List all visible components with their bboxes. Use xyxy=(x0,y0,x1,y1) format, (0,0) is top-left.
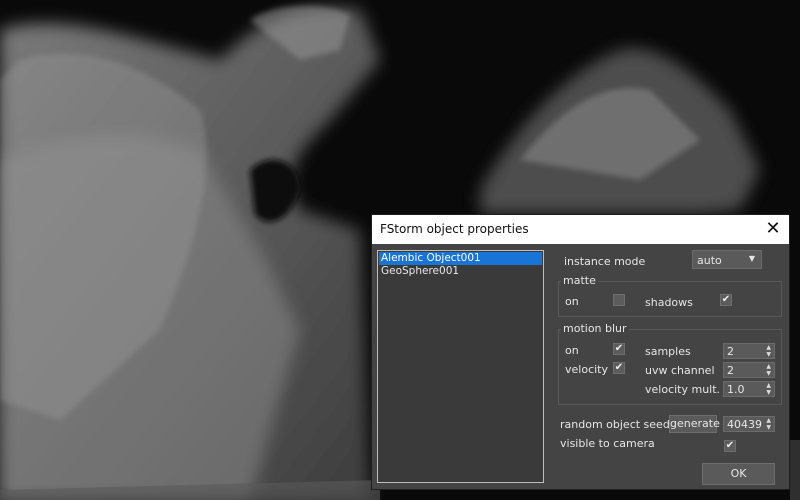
matte-on-label: on xyxy=(565,295,579,308)
motion-blur-on-label: on xyxy=(565,344,579,357)
seed-value: 40439 xyxy=(727,418,762,431)
seed-label: random object seed xyxy=(560,418,670,431)
instance-mode-label: instance mode xyxy=(564,255,646,268)
velocity-label: velocity xyxy=(565,363,608,376)
list-item[interactable]: Alembic Object001 xyxy=(379,252,542,265)
samples-value: 2 xyxy=(727,345,734,358)
spinner-arrows-icon: ▲ ▼ xyxy=(766,417,771,431)
close-icon[interactable]: ✕ xyxy=(761,218,785,240)
velocity-mult-label: velocity mult. xyxy=(645,383,721,396)
uvw-channel-value: 2 xyxy=(727,364,734,377)
ok-button[interactable]: OK xyxy=(702,463,775,485)
instance-mode-value: auto xyxy=(697,254,722,267)
matte-on-checkbox[interactable] xyxy=(613,294,625,306)
matte-group-title: matte xyxy=(561,274,598,287)
visible-to-camera-checkbox[interactable]: ✔ xyxy=(724,440,736,452)
uvw-channel-label: uvw channel xyxy=(645,364,715,377)
chevron-down-icon: ▼ xyxy=(748,254,755,263)
visible-to-camera-label: visible to camera xyxy=(560,437,655,450)
spinner-arrows-icon: ▲ ▼ xyxy=(766,344,771,358)
matte-shadows-checkbox[interactable]: ✔ xyxy=(720,294,732,306)
velocity-mult-spinner[interactable]: 1.0 ▲ ▼ xyxy=(723,381,775,397)
list-item[interactable]: GeoSphere001 xyxy=(379,265,542,278)
spinner-arrows-icon: ▲ ▼ xyxy=(766,363,771,377)
dialog-title: FStorm object properties xyxy=(380,222,529,236)
matte-shadows-label: shadows xyxy=(645,296,693,309)
object-listbox[interactable]: Alembic Object001 GeoSphere001 xyxy=(377,250,544,483)
properties-dialog: FStorm object properties ✕ Alembic Objec… xyxy=(371,214,790,490)
motion-blur-on-checkbox[interactable]: ✔ xyxy=(613,343,625,355)
seed-spinner[interactable]: 40439 ▲ ▼ xyxy=(723,416,775,432)
generate-button[interactable]: generate xyxy=(669,415,720,433)
title-bar[interactable]: FStorm object properties ✕ xyxy=(372,215,789,244)
velocity-mult-value: 1.0 xyxy=(727,383,745,396)
velocity-checkbox[interactable]: ✔ xyxy=(613,362,625,374)
uvw-channel-spinner[interactable]: 2 ▲ ▼ xyxy=(723,362,775,378)
samples-spinner[interactable]: 2 ▲ ▼ xyxy=(723,343,775,359)
samples-label: samples xyxy=(645,345,691,358)
motion-blur-group-title: motion blur xyxy=(561,322,629,335)
instance-mode-dropdown[interactable]: auto ▼ xyxy=(692,250,762,269)
spinner-arrows-icon: ▲ ▼ xyxy=(766,382,771,396)
